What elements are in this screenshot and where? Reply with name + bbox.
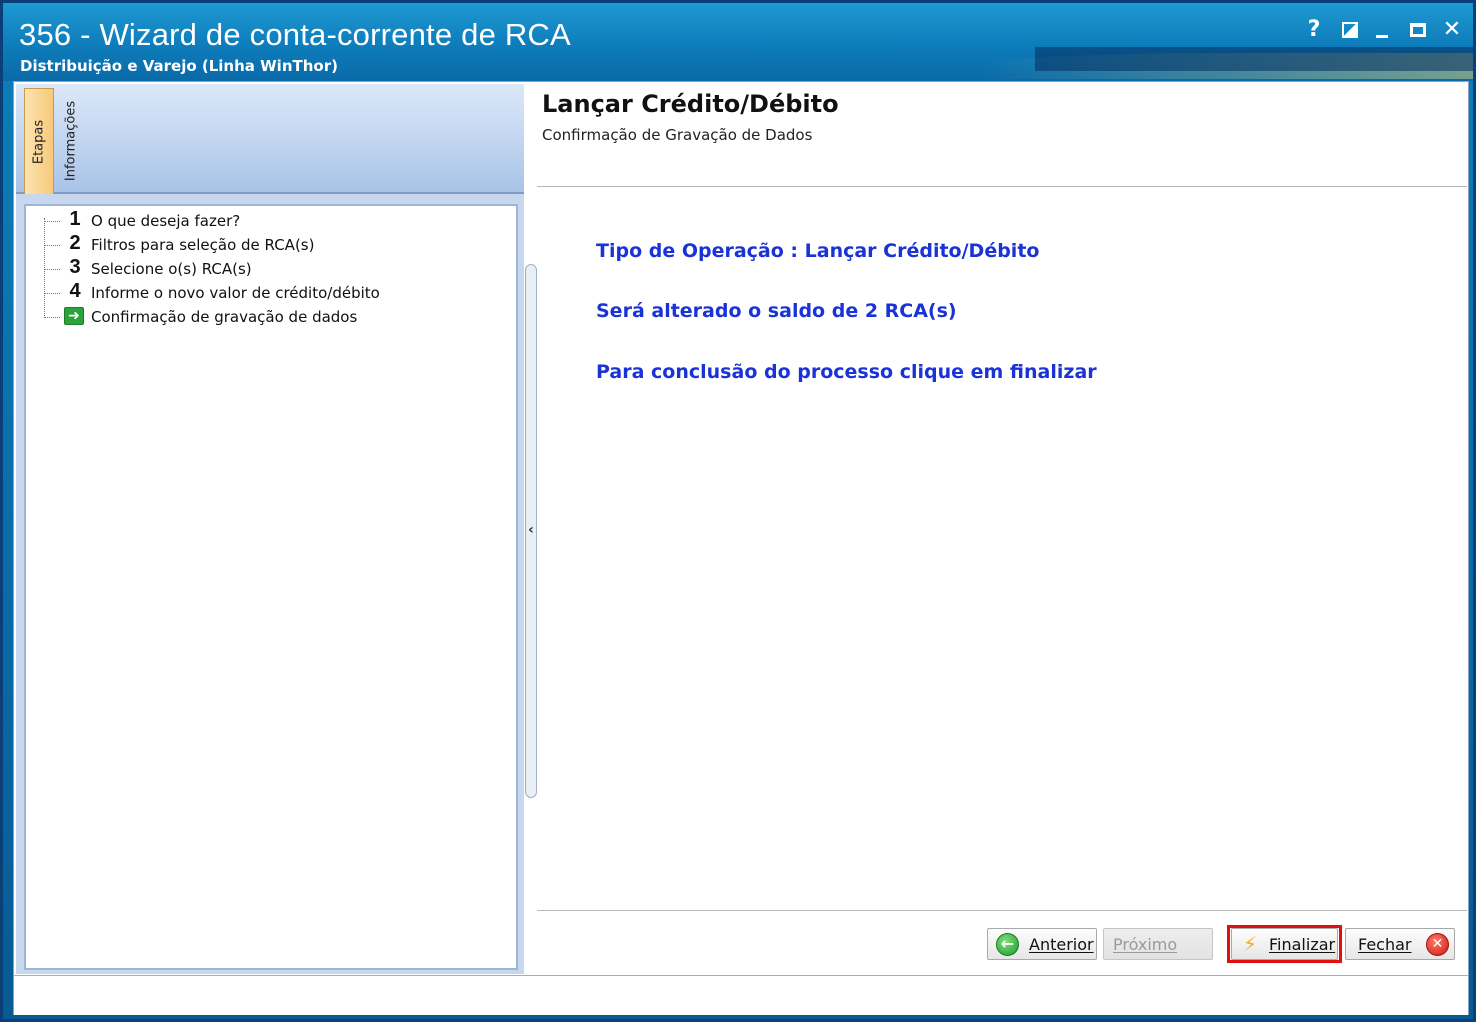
step-label: Selecione o(s) RCA(s)	[91, 260, 252, 278]
operation-type-text: Tipo de Operação : Lançar Crédito/Débito	[596, 240, 1040, 262]
tree-branch	[44, 317, 60, 318]
status-bar	[14, 975, 1468, 1015]
maximize-icon	[1410, 23, 1426, 37]
tab-etapas[interactable]: Etapas	[24, 88, 54, 194]
tree-branch	[44, 245, 60, 246]
tab-informacoes-label: Informações	[63, 100, 79, 182]
step-number: 3	[69, 256, 81, 278]
wizard-client-area: Etapas Informações 1 O que deseja fazer?…	[13, 81, 1469, 1015]
help-button[interactable]: ?	[1299, 15, 1329, 45]
window-subtitle: Distribuição e Varejo (Linha WinThor)	[20, 57, 338, 75]
steps-panel: Etapas Informações 1 O que deseja fazer?…	[16, 84, 524, 974]
tree-branch	[44, 221, 60, 222]
step-number: 2	[69, 232, 81, 254]
fechar-label: Fechar	[1358, 935, 1412, 954]
window-title: 356 - Wizard de conta-corrente de RCA	[19, 17, 571, 52]
restore-button[interactable]	[1335, 15, 1365, 45]
red-close-icon: ✕	[1426, 933, 1449, 956]
footer-divider	[537, 910, 1467, 912]
step-label: Informe o novo valor de crédito/débito	[91, 284, 380, 302]
title-bar[interactable]: 356 - Wizard de conta-corrente de RCA Di…	[3, 3, 1473, 81]
page-subtitle: Confirmação de Gravação de Dados	[542, 126, 813, 144]
minimize-icon	[1376, 35, 1388, 38]
wizard-content: Lançar Crédito/Débito Confirmação de Gra…	[534, 82, 1468, 974]
back-arrow-icon: ←	[996, 933, 1019, 956]
finalizar-label: Finalizar	[1269, 935, 1336, 954]
step-label: Filtros para seleção de RCA(s)	[91, 236, 315, 254]
balance-change-text: Será alterado o saldo de 2 RCA(s)	[596, 300, 957, 322]
minimize-button[interactable]	[1367, 15, 1397, 45]
close-window-button[interactable]: ✕	[1437, 15, 1467, 45]
step-label: O que deseja fazer?	[91, 212, 241, 230]
fechar-button[interactable]: Fechar ✕	[1345, 928, 1455, 960]
restore-icon	[1342, 22, 1358, 38]
tree-branch	[44, 269, 60, 270]
proximo-button[interactable]: Próximo	[1103, 928, 1213, 960]
header-divider	[537, 186, 1467, 188]
titlebar-strip	[1035, 47, 1473, 71]
anterior-label: Anterior	[1029, 935, 1094, 954]
tab-etapas-label: Etapas	[31, 119, 47, 164]
conclusion-instruction-text: Para conclusão do processo clique em fin…	[596, 361, 1097, 383]
tree-branch	[44, 293, 60, 294]
tree-connector	[44, 218, 45, 316]
finalizar-button[interactable]: ⚡ Finalizar	[1231, 928, 1338, 960]
proximo-label: Próximo	[1113, 935, 1178, 954]
lightning-icon: ⚡	[1242, 932, 1258, 956]
maximize-button[interactable]	[1403, 15, 1433, 45]
steps-panel-header: Etapas Informações	[16, 84, 524, 194]
tab-informacoes[interactable]: Informações	[56, 88, 86, 194]
step-number: 1	[69, 208, 81, 230]
app-window: 356 - Wizard de conta-corrente de RCA Di…	[0, 0, 1476, 1022]
step-number: 4	[69, 280, 81, 302]
page-title: Lançar Crédito/Débito	[542, 90, 839, 118]
steps-tree: 1 O que deseja fazer? 2 Filtros para sel…	[24, 204, 518, 970]
green-arrow-icon: ➜	[64, 307, 84, 325]
step-label: Confirmação de gravação de dados	[91, 308, 358, 326]
anterior-button[interactable]: ← Anterior	[987, 928, 1097, 960]
